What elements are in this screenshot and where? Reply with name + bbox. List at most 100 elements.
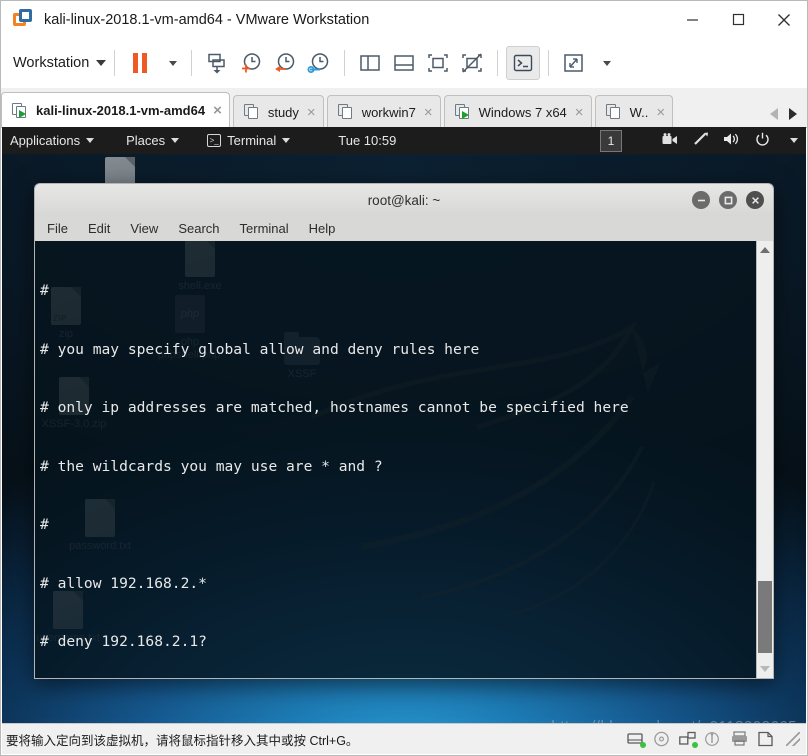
tab-kali-linux-2018-1-vm-amd64[interactable]: kali-linux-2018.1-vm-amd64 ×: [1, 92, 230, 128]
tab-close-icon[interactable]: ×: [575, 105, 584, 120]
window-controls: [669, 1, 807, 38]
terminal-maximize-button[interactable]: [719, 191, 737, 209]
toolbar-separator: [114, 50, 116, 76]
hard-disk-icon[interactable]: [627, 731, 646, 748]
chevron-down-icon: [169, 60, 178, 66]
clock-plus-icon: [242, 53, 261, 73]
terminal-close-button[interactable]: [746, 191, 764, 209]
vm-running-icon: [12, 102, 29, 119]
tab-label: study: [267, 104, 299, 120]
tab-close-icon[interactable]: ×: [213, 103, 222, 118]
cd-dvd-icon[interactable]: [653, 731, 671, 747]
show-console-view-button[interactable]: [421, 46, 455, 80]
scroll-tabs-right-icon[interactable]: [789, 108, 797, 120]
terminal-line: # the wildcards you may use are * and ?: [40, 457, 383, 475]
terminal-minimize-button[interactable]: [692, 191, 710, 209]
tab-study[interactable]: study ×: [232, 95, 324, 128]
revert-snapshot-button[interactable]: [268, 46, 302, 80]
tab-windows-7-x64[interactable]: Windows 7 x64 ×: [443, 95, 592, 128]
workstation-menu-label: Workstation: [13, 55, 90, 71]
scrollbar-thumb[interactable]: [758, 581, 772, 653]
terminal-title: root@kali: ~: [367, 192, 441, 208]
vm-stopped-icon: [243, 104, 261, 120]
clock-back-icon: [275, 53, 295, 72]
snapshot-stack-icon: [208, 53, 226, 74]
maximize-button[interactable]: [715, 1, 761, 38]
workspace-indicator[interactable]: 1: [600, 129, 622, 152]
pen-tool-icon[interactable]: [693, 132, 709, 149]
terminal-window-buttons: [692, 191, 764, 209]
menu-help[interactable]: Help: [309, 221, 336, 236]
places-menu-label: Places: [126, 133, 166, 148]
status-message: 要将输入定向到该虚拟机，请将鼠标指针移入其中或按 Ctrl+G。: [6, 733, 359, 748]
vmware-toolbar: Workstation: [1, 38, 807, 89]
expand-arrows-icon: [564, 54, 584, 72]
manage-snapshots-button[interactable]: [200, 46, 234, 80]
toolbar-separator: [497, 50, 499, 76]
screencast-icon[interactable]: [662, 132, 679, 149]
tab-label: Windows 7 x64: [478, 104, 567, 120]
power-dropdown-button[interactable]: [157, 46, 183, 80]
terminal-scrollbar[interactable]: [756, 241, 773, 678]
snapshot-manager-button[interactable]: [302, 46, 336, 80]
minimize-button[interactable]: [669, 1, 715, 38]
terminal-menubar: File Edit View Search Terminal Help: [34, 216, 774, 241]
terminal-titlebar[interactable]: root@kali: ~: [34, 183, 774, 216]
fullscreen-dropdown-button[interactable]: [591, 46, 617, 80]
show-library-button[interactable]: [353, 46, 387, 80]
vm-running-icon: [454, 104, 472, 120]
tab-scroll-controls: [770, 108, 807, 127]
workstation-menu-button[interactable]: Workstation: [13, 55, 107, 71]
hide-console-view-button[interactable]: [455, 46, 489, 80]
chevron-down-icon[interactable]: [790, 138, 798, 143]
toolbar-separator: [548, 50, 550, 76]
chevron-down-icon: [96, 60, 107, 66]
menu-file[interactable]: File: [47, 221, 68, 236]
scroll-tabs-left-icon[interactable]: [770, 108, 778, 120]
send-ctrl-alt-del-button[interactable]: [506, 46, 541, 80]
terminal-line: #: [40, 282, 49, 299]
tab-close-icon[interactable]: ×: [656, 105, 665, 120]
tab-workwin7[interactable]: workwin7 ×: [326, 95, 441, 128]
printer-icon[interactable]: [731, 731, 749, 747]
menu-terminal[interactable]: Terminal: [240, 221, 289, 236]
resize-grip[interactable]: [786, 732, 800, 746]
menu-search[interactable]: Search: [178, 221, 219, 236]
take-snapshot-button[interactable]: [234, 46, 268, 80]
terminal-body[interactable]: # # you may specify global allow and den…: [34, 241, 774, 679]
suspend-button[interactable]: [123, 46, 157, 80]
activity-dot: [692, 742, 698, 748]
close-button[interactable]: [761, 1, 807, 38]
scroll-up-icon[interactable]: [760, 247, 770, 253]
usb-icon[interactable]: [705, 731, 723, 747]
terminal-line: # you may specify global allow and deny …: [40, 340, 480, 358]
terminal-icon: >_: [207, 134, 222, 147]
scroll-down-icon[interactable]: [760, 666, 770, 672]
places-menu[interactable]: Places: [118, 127, 187, 154]
toolbar-separator: [344, 50, 346, 76]
vm-tabstrip: kali-linux-2018.1-vm-amd64 × study × wor…: [1, 88, 807, 128]
menu-edit[interactable]: Edit: [88, 221, 110, 236]
panel-tray: 1: [600, 129, 806, 152]
power-icon[interactable]: [755, 132, 770, 150]
volume-icon[interactable]: [723, 132, 741, 149]
show-thumbnail-bar-button[interactable]: [387, 46, 421, 80]
menu-view[interactable]: View: [130, 221, 158, 236]
terminal-window-menu[interactable]: >_ Terminal: [199, 127, 298, 154]
terminal-menu-label: Terminal: [227, 133, 277, 148]
vm-console-viewport[interactable]: shared-folders.sh shell.exe ZIP zip php …: [2, 127, 806, 724]
fullscreen-button[interactable]: [557, 46, 591, 80]
applications-menu[interactable]: Applications: [2, 127, 102, 154]
tab-close-icon[interactable]: ×: [307, 105, 316, 120]
panel-bottom-icon: [394, 55, 415, 71]
tab-label: W..: [629, 104, 649, 120]
vmware-statusbar: 要将输入定向到该虚拟机，请将鼠标指针移入其中或按 Ctrl+G。: [2, 723, 806, 754]
panel-clock[interactable]: Tue 10:59: [338, 133, 396, 148]
tab-w-truncated[interactable]: W.. ×: [594, 95, 674, 128]
window-title: kali-linux-2018.1-vm-amd64 - VMware Work…: [44, 11, 370, 28]
network-adapter-icon[interactable]: [679, 731, 698, 748]
display-icon[interactable]: [757, 731, 775, 747]
tab-close-icon[interactable]: ×: [424, 105, 433, 120]
terminal-line: # deny 192.168.2.1?: [40, 633, 207, 650]
panel-left-icon: [360, 55, 381, 71]
